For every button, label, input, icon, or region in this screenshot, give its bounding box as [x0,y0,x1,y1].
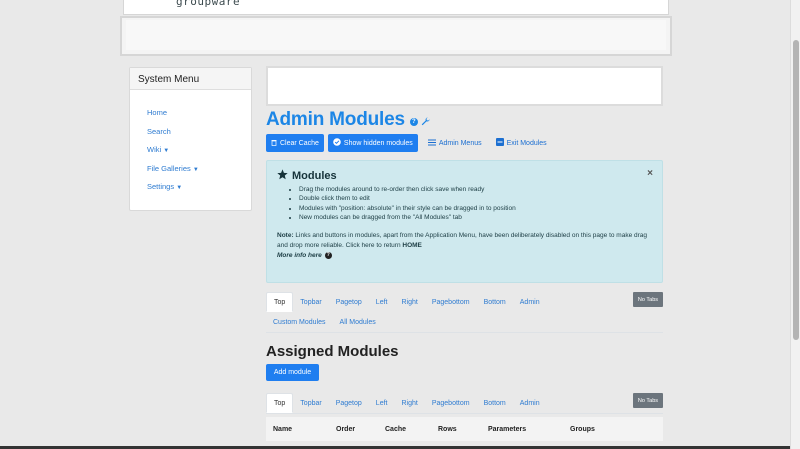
page-title: Admin Modules [266,109,405,130]
column-header-name[interactable]: Name [266,426,336,433]
alert-title: Modules [277,169,652,183]
column-header-order[interactable]: Order [336,426,385,433]
caret-down-icon: ▼ [192,166,199,173]
column-header-rows[interactable]: Rows [438,426,488,433]
column-header-groups[interactable]: Groups [570,426,620,433]
tab-top[interactable]: Top [266,292,294,312]
tab-spacer [547,292,561,312]
tab-topbar[interactable]: Topbar [293,393,328,413]
system-menu-item-search[interactable]: Search [147,127,251,146]
list-icon [427,139,436,148]
question-circle-icon[interactable]: ? [409,117,418,126]
page-top-module-zone [266,66,663,106]
assigned-zone-tabs: Top Topbar Pagetop Left Right Pagebottom… [266,393,663,414]
star-icon [277,169,288,183]
minus-square-icon [495,138,504,148]
admin-menus-link[interactable]: Admin Menus [427,139,482,148]
home-link[interactable]: HOME [402,242,422,249]
assigned-modules-heading: Assigned Modules [266,343,399,360]
tab-left[interactable]: Left [369,292,395,312]
system-menu-module: System Menu Home Search Wiki ▼ File Gall… [129,67,252,211]
tab-admin[interactable]: Admin [513,393,547,413]
clear-cache-button[interactable]: Clear Cache [266,134,324,152]
trash-icon [271,139,277,148]
system-menu-title: System Menu [130,68,251,90]
caret-down-icon: ▼ [176,185,183,191]
modules-info-alert: × Modules Drag the modules around to re-… [266,160,663,283]
main-content: Admin Modules ? Clear Cache Show hidden … [266,66,664,441]
scrollbar-thumb[interactable] [793,40,799,340]
tab-all-modules[interactable]: All Modules [333,312,383,332]
top-module-zone [120,16,672,56]
system-menu-item-wiki[interactable]: Wiki ▼ [147,145,251,164]
tab-topbar[interactable]: Topbar [293,292,328,312]
alert-note: Note: Links and buttons in modules, apar… [277,231,647,249]
tab-custom-modules[interactable]: Custom Modules [266,312,333,332]
title-row: Admin Modules ? [266,109,664,131]
tab-left[interactable]: Left [369,393,395,413]
tab-bottom[interactable]: Bottom [477,292,513,312]
site-header: groupware [123,0,669,15]
more-info-link[interactable]: More info here ? [277,251,652,261]
no-tabs-button[interactable]: No Tabs [632,292,663,307]
tab-bottom[interactable]: Bottom [477,393,513,413]
close-icon[interactable]: × [647,168,653,179]
wrench-icon[interactable] [421,113,430,131]
module-zone-tabs: Top Topbar Pagetop Left Right Pagebottom… [266,292,663,333]
question-circle-icon: ? [324,252,332,260]
tab-pagetop[interactable]: Pagetop [329,292,369,312]
site-logo-text: groupware [176,0,241,8]
column-header-parameters[interactable]: Parameters [488,426,570,433]
tab-pagebottom[interactable]: Pagebottom [425,393,477,413]
check-circle-icon [333,138,341,148]
tab-top[interactable]: Top [266,393,294,413]
add-module-button[interactable]: Add module [266,364,319,381]
list-item: New modules can be dragged from the "All… [299,214,652,223]
alert-bullet-list: Drag the modules around to re-order then… [277,186,652,224]
exit-modules-link[interactable]: Exit Modules [495,138,547,148]
list-item: Double click them to edit [299,195,652,204]
system-menu-item-home[interactable]: Home [147,108,251,127]
tab-right[interactable]: Right [394,393,424,413]
caret-down-icon: ▼ [163,148,170,154]
tab-right[interactable]: Right [394,292,424,312]
system-menu-item-file-galleries[interactable]: File Galleries ▼ [147,164,251,183]
list-item: Drag the modules around to re-order then… [299,186,652,195]
system-menu-item-settings[interactable]: Settings ▼ [147,182,251,201]
show-hidden-modules-button[interactable]: Show hidden modules [327,134,418,152]
tab-admin[interactable]: Admin [513,292,547,312]
modules-table-header: Name Order Cache Rows Parameters Groups [266,417,663,441]
no-tabs-button[interactable]: No Tabs [632,393,663,408]
toolbar: Clear Cache Show hidden modules Admin Me… [266,134,664,152]
system-menu-list: Home Search Wiki ▼ File Galleries ▼ Sett… [130,90,251,201]
column-header-cache[interactable]: Cache [385,426,438,433]
tab-pagebottom[interactable]: Pagebottom [425,292,477,312]
vertical-scrollbar[interactable] [790,0,800,449]
list-item: Modules with "position: absolute" in the… [299,205,652,214]
tab-pagetop[interactable]: Pagetop [329,393,369,413]
